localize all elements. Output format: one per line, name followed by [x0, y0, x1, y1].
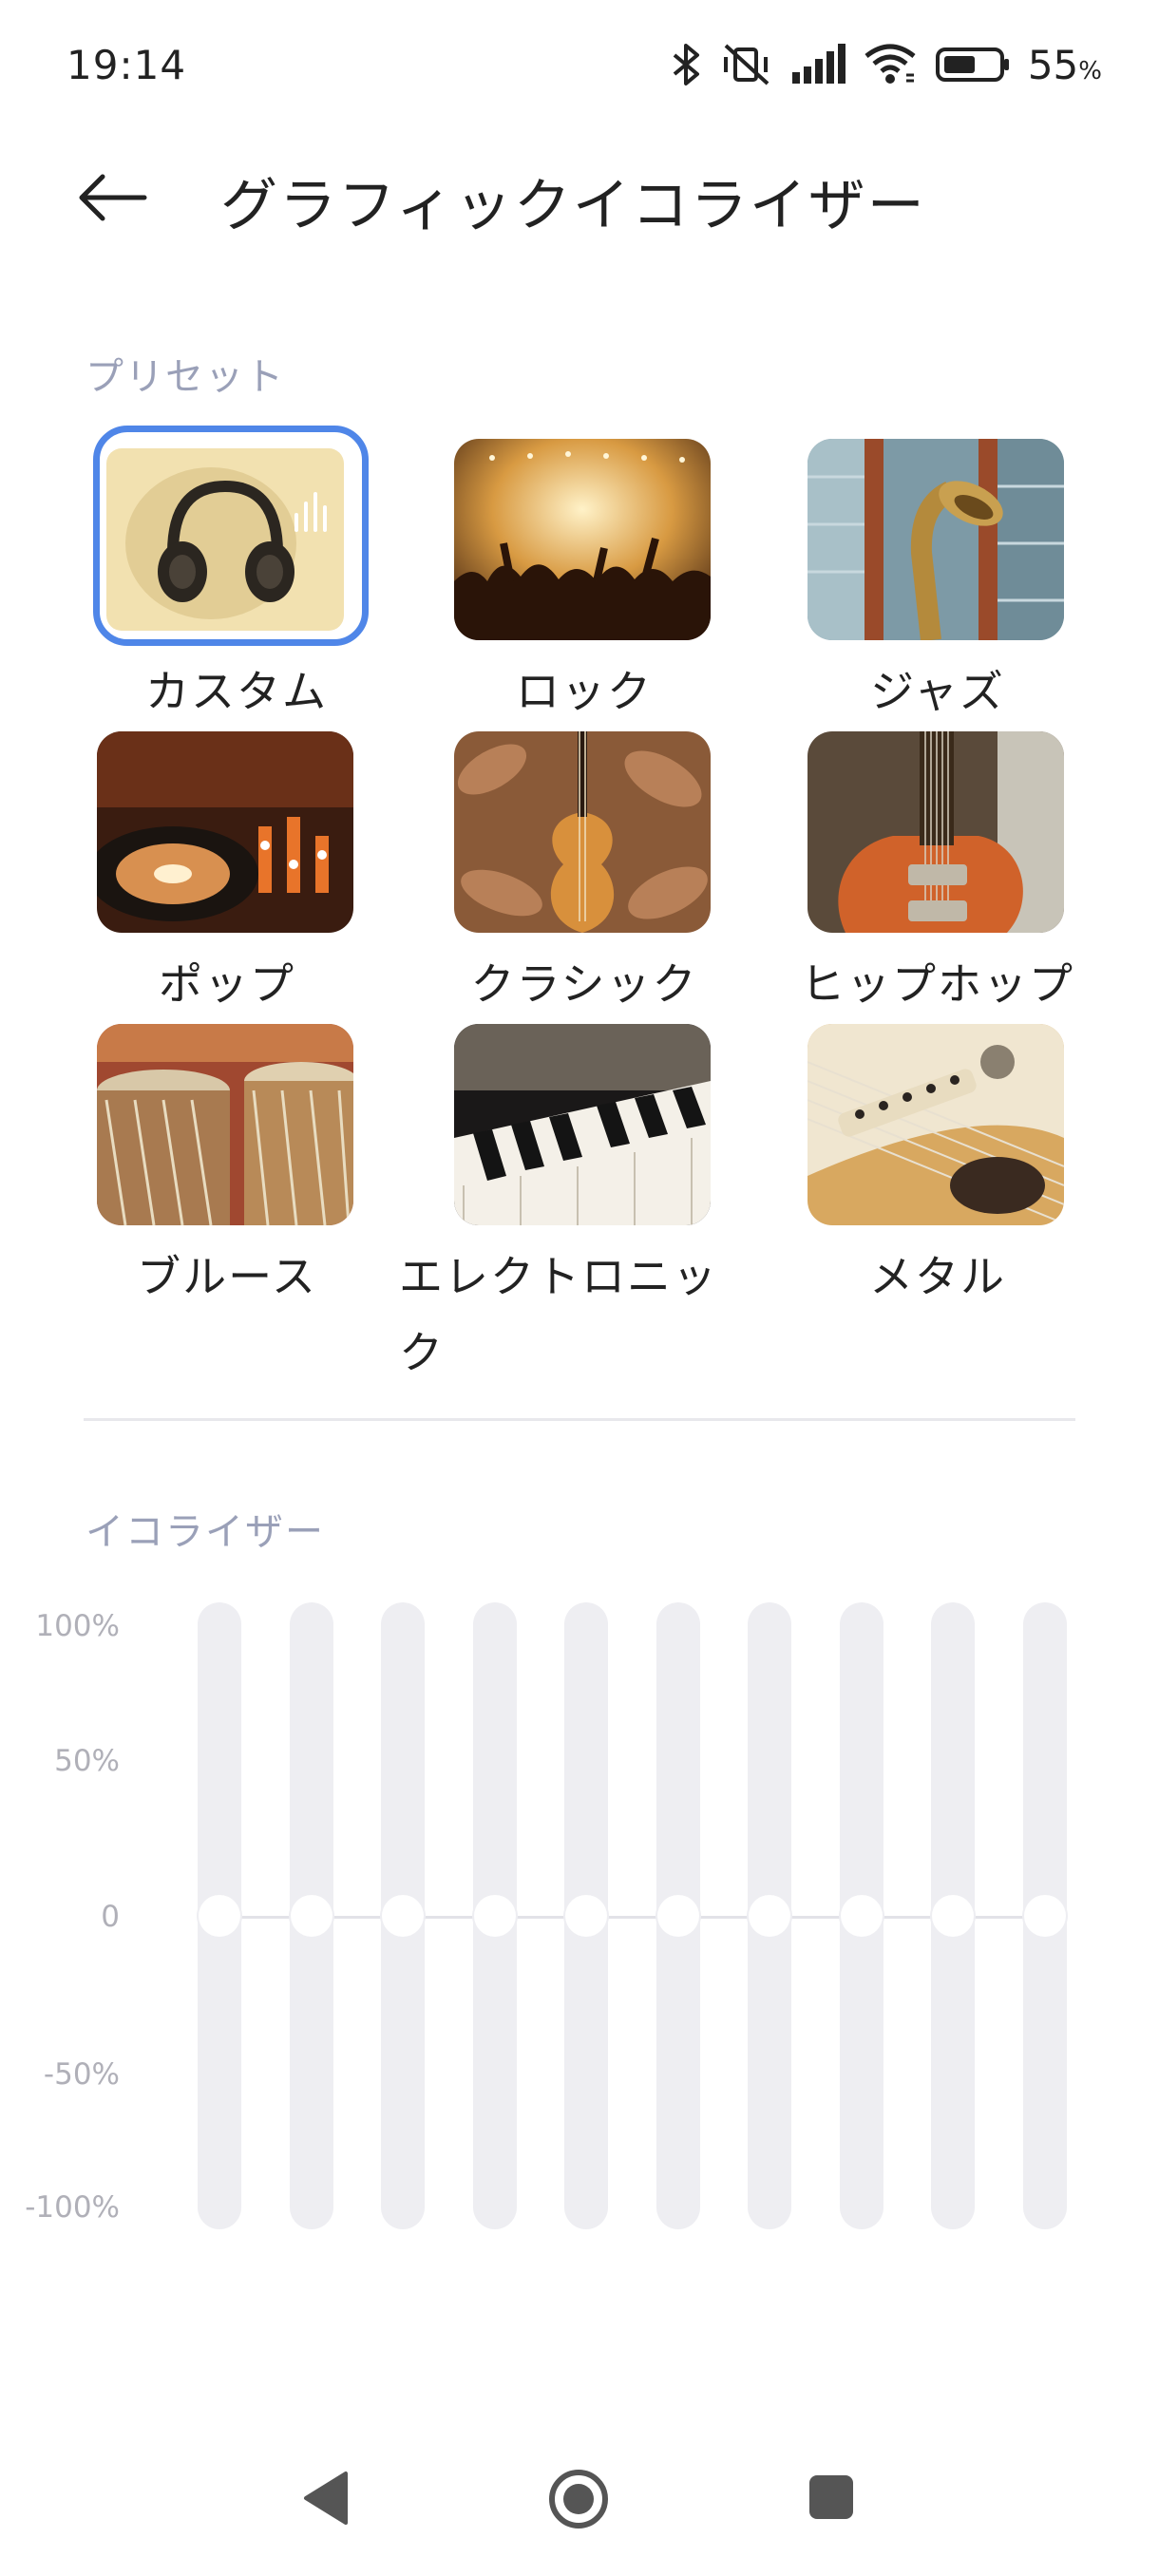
scale-label-neg100: -100%: [25, 2190, 120, 2225]
preset-label: クラシック: [470, 958, 698, 1010]
preset-label: エレクトロニック: [399, 1251, 718, 1378]
preset-label: ブルース: [137, 1251, 317, 1302]
preset-label: カスタム: [145, 666, 328, 717]
back-triangle-icon[interactable]: [302, 2470, 350, 2530]
bluetooth-icon: [671, 42, 703, 87]
status-icons: 55%: [671, 36, 1102, 93]
vibrate-off-icon: [720, 42, 773, 87]
arrow-left-icon: [74, 169, 150, 230]
preset-label: メタル: [869, 1251, 1006, 1302]
back-button[interactable]: [74, 161, 169, 237]
eq-band-knob[interactable]: [656, 1895, 699, 1937]
scale-label-50: 50%: [54, 1744, 120, 1778]
saxophone-image: [808, 439, 1064, 640]
eq-band-knob[interactable]: [749, 1895, 790, 1937]
preset-label: ポップ: [159, 958, 295, 1010]
eq-band-knob[interactable]: [473, 1895, 516, 1937]
eq-band-knob[interactable]: [565, 1895, 607, 1937]
home-circle-icon[interactable]: [547, 2468, 610, 2534]
electric-guitar-image: [808, 731, 1064, 933]
battery-icon: [935, 46, 1011, 84]
guitar-bridge-image: [808, 1024, 1064, 1225]
status-time: 19:14: [66, 42, 187, 88]
equalizer-heading: イコライザー: [86, 1510, 325, 1554]
scale-label-100: 100%: [35, 1609, 120, 1643]
scale-label-neg50: -50%: [43, 2057, 120, 2092]
concert-image: [454, 439, 711, 640]
signal-icon: [790, 44, 846, 85]
presets-heading: プリセット: [86, 355, 285, 399]
wifi-icon: [863, 43, 918, 86]
eq-band-knob[interactable]: [932, 1895, 974, 1937]
battery-percent: 55%: [1027, 41, 1102, 88]
eq-band-knob[interactable]: [840, 1895, 883, 1937]
preset-label: ジャズ: [870, 666, 1005, 717]
section-divider: [84, 1418, 1075, 1421]
dj-turntable-image: [97, 731, 353, 933]
eq-band-knob[interactable]: [290, 1895, 332, 1937]
keyboard-image: [454, 1024, 711, 1225]
navigation-bar: [0, 2432, 1159, 2576]
recents-square-icon[interactable]: [808, 2473, 855, 2525]
page-title: グラフィックイコライザー: [220, 173, 926, 239]
headphones-image: [106, 448, 344, 631]
status-bar: 19:14 55%: [0, 0, 1159, 133]
eq-band-knob[interactable]: [1023, 1895, 1066, 1937]
preset-label: ヒップホップ: [801, 958, 1074, 1010]
eq-band-knob[interactable]: [199, 1895, 240, 1937]
scale-label-0: 0: [101, 1900, 120, 1934]
violin-image: [454, 731, 711, 933]
preset-label: ロック: [516, 666, 653, 717]
drums-image: [97, 1024, 353, 1225]
eq-band-knob[interactable]: [382, 1895, 424, 1937]
